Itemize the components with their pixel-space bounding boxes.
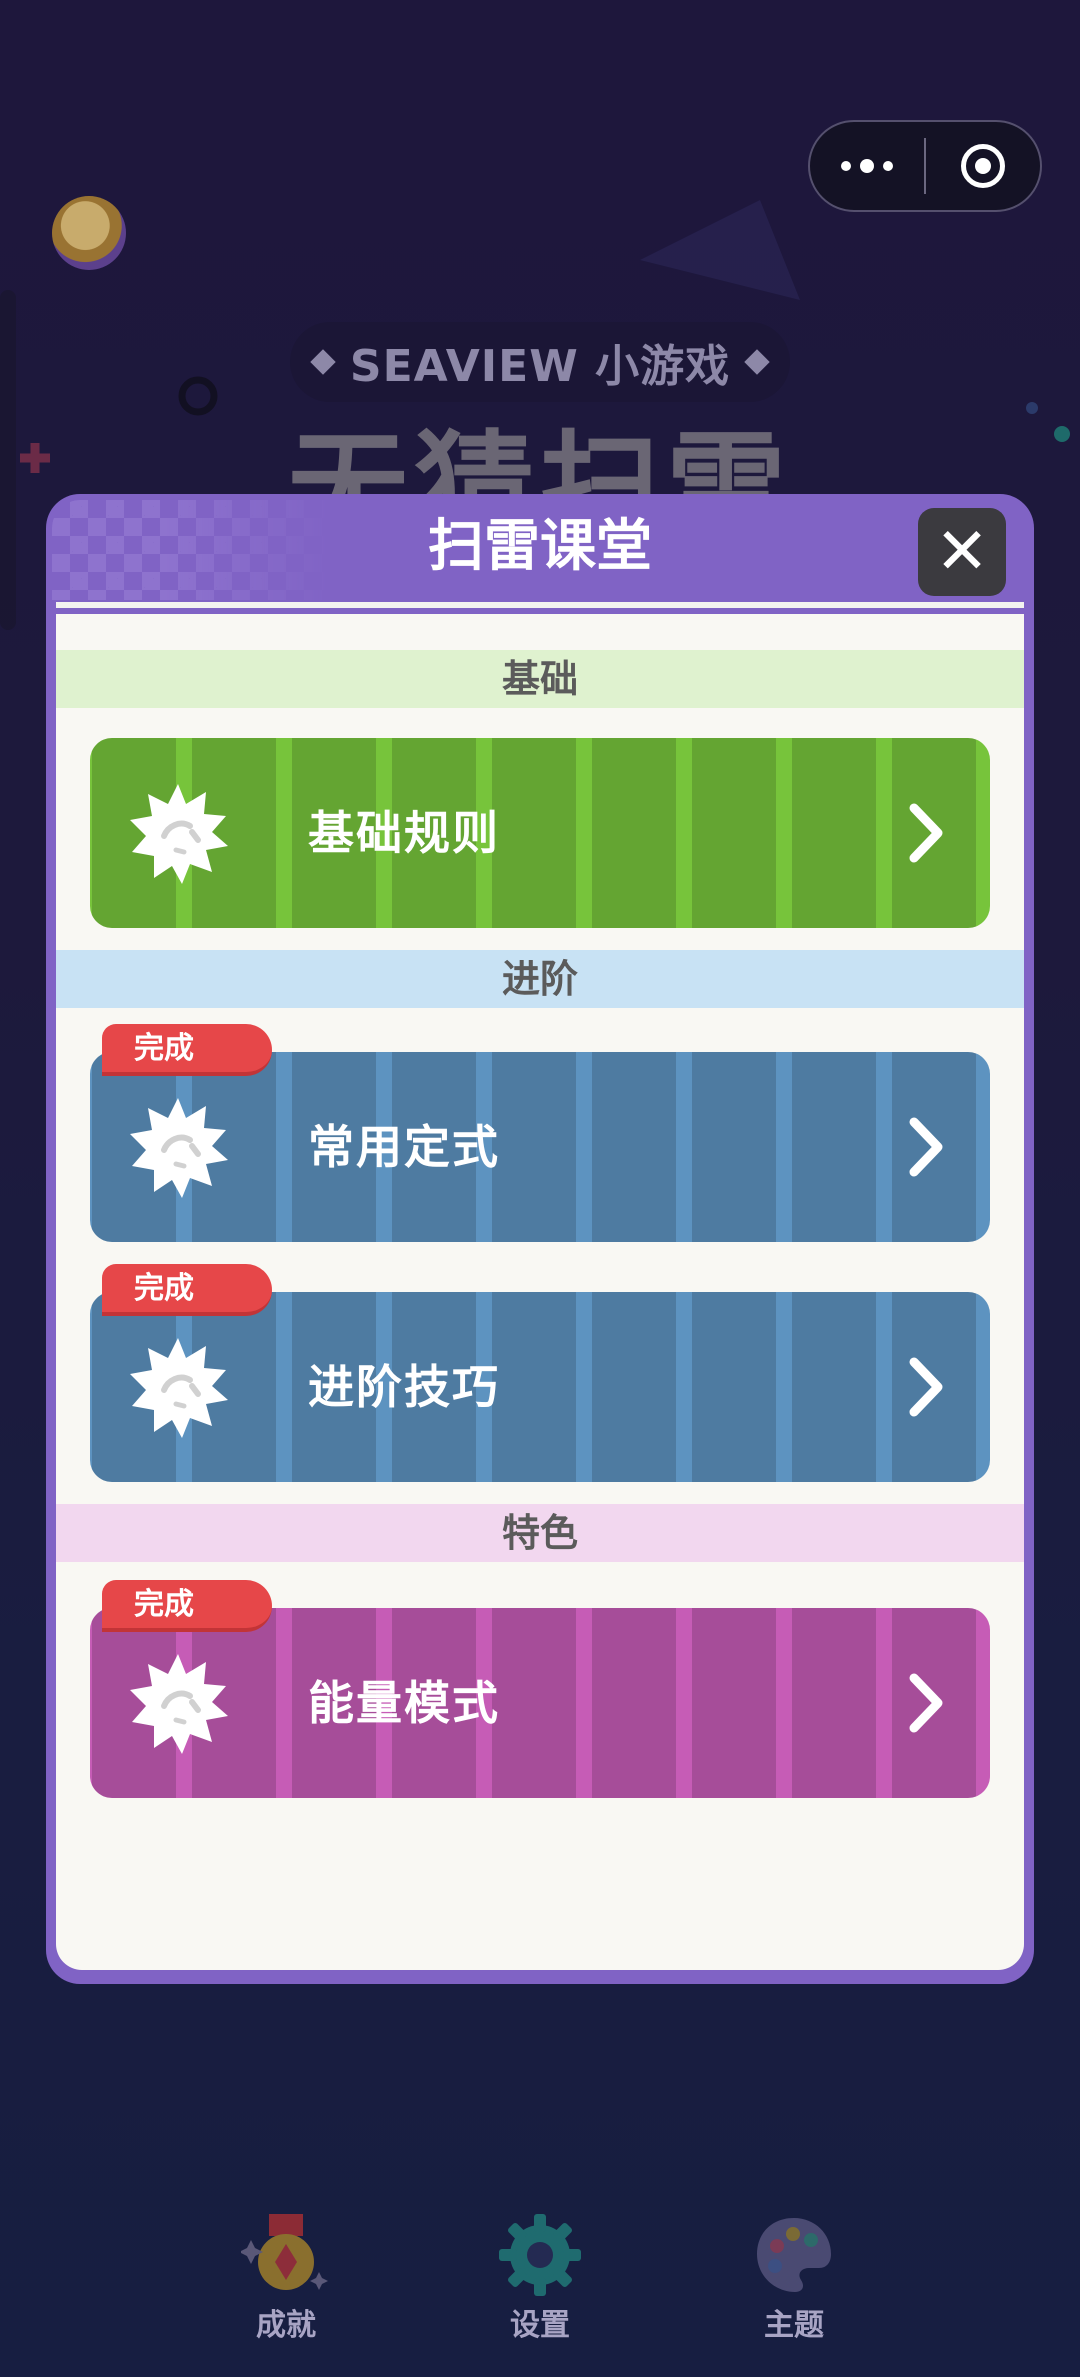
nav-label: 成就 <box>256 2308 316 2343</box>
lesson-card-basic-rules[interactable]: 基础规则 <box>90 738 990 928</box>
nav-achievements[interactable]: 成就 <box>206 2210 366 2346</box>
header-divider <box>56 602 1024 608</box>
completed-badge: 完成 <box>102 1024 272 1076</box>
lesson-card-energy-mode[interactable]: 能量模式 <box>90 1608 990 1798</box>
nav-label: 主题 <box>764 2308 824 2343</box>
nav-theme[interactable]: 主题 <box>714 2210 874 2346</box>
close-icon: ✕ <box>935 515 989 589</box>
exit-button[interactable] <box>926 122 1040 210</box>
mine-icon <box>124 1334 232 1442</box>
lesson-modal: 扫雷课堂 ✕ 基础 基础规则 进阶 常用定式 完成 进阶技巧 完成 特色 能量模… <box>46 494 1034 1984</box>
lesson-label: 基础规则 <box>308 806 500 860</box>
lesson-panel: 基础 基础规则 进阶 常用定式 完成 进阶技巧 完成 特色 能量模式 完成 <box>56 614 1024 1970</box>
chevron-right-icon <box>894 800 960 866</box>
close-button[interactable]: ✕ <box>918 508 1006 596</box>
diamond-icon <box>744 349 770 375</box>
section-advanced: 进阶 <box>56 950 1024 1008</box>
gear-icon <box>495 2210 585 2300</box>
chevron-right-icon <box>894 1670 960 1736</box>
brand-text: SEAVIEW 小游戏 <box>349 341 731 392</box>
lesson-label: 进阶技巧 <box>308 1360 500 1414</box>
target-icon <box>961 144 1005 188</box>
completed-badge: 完成 <box>102 1264 272 1316</box>
medal-icon <box>239 2210 331 2300</box>
palette-icon <box>749 2210 839 2300</box>
chevron-right-icon <box>894 1354 960 1420</box>
completed-badge: 完成 <box>102 1580 272 1632</box>
nav-settings[interactable]: 设置 <box>460 2210 620 2346</box>
section-title: 基础 <box>501 657 578 701</box>
diamond-icon <box>310 349 336 375</box>
lesson-label: 能量模式 <box>308 1676 500 1730</box>
modal-header: 扫雷课堂 ✕ <box>46 494 1034 602</box>
chevron-right-icon <box>894 1114 960 1180</box>
lesson-card-common-patterns[interactable]: 常用定式 <box>90 1052 990 1242</box>
mini-program-capsule <box>808 120 1042 212</box>
more-button[interactable] <box>810 122 924 210</box>
section-special: 特色 <box>56 1504 1024 1562</box>
mine-icon <box>124 1094 232 1202</box>
section-title: 特色 <box>501 1511 578 1555</box>
avatar[interactable] <box>52 196 126 270</box>
more-dots-icon <box>841 159 893 173</box>
lesson-card-advanced-skills[interactable]: 进阶技巧 <box>90 1292 990 1482</box>
lesson-label: 常用定式 <box>308 1120 500 1174</box>
nav-label: 设置 <box>510 2308 570 2343</box>
modal-title: 扫雷课堂 <box>428 514 652 579</box>
section-title: 进阶 <box>501 957 578 1001</box>
section-basic: 基础 <box>56 650 1024 708</box>
mine-icon <box>124 1650 232 1758</box>
mine-icon <box>124 780 232 888</box>
brand-pill: SEAVIEW 小游戏 <box>290 322 790 402</box>
